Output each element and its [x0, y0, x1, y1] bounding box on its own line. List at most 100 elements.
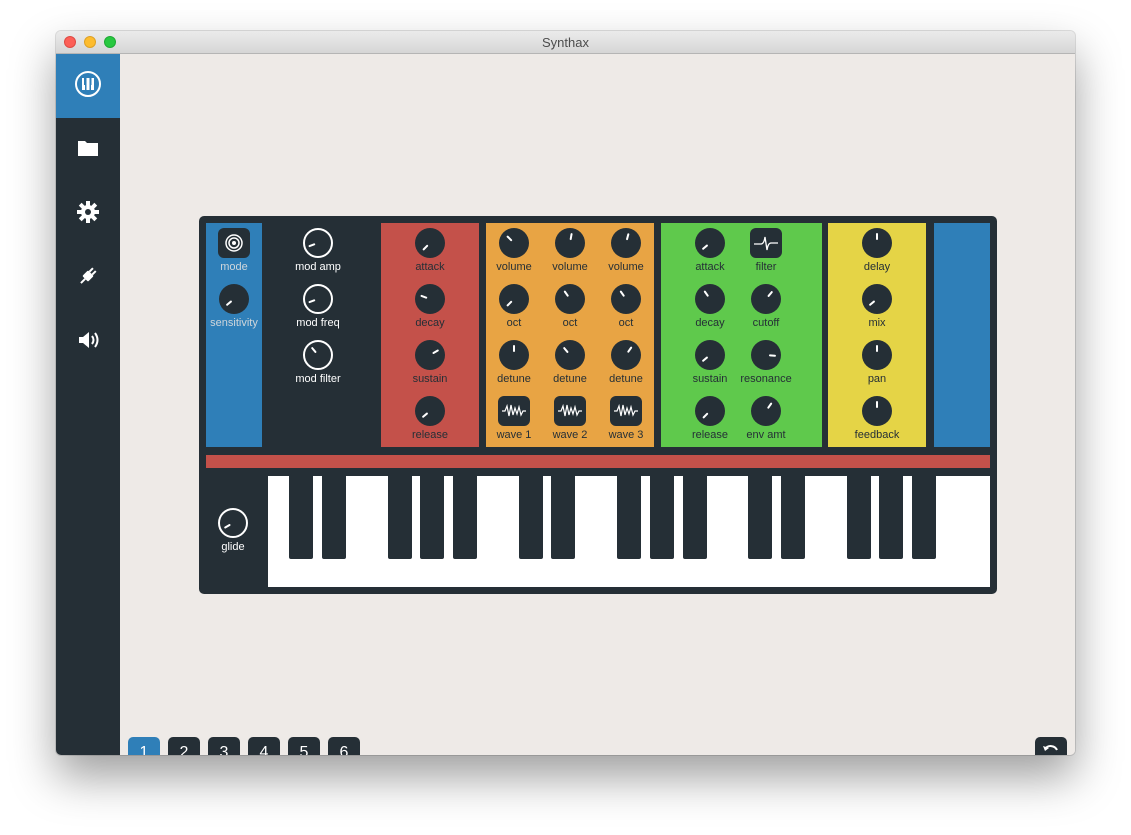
black-key[interactable]: [551, 476, 575, 559]
mod-amp-knob[interactable]: [303, 228, 333, 258]
filter-release-knob[interactable]: [695, 396, 725, 426]
filter-curve-icon: [754, 236, 778, 251]
filter-attack-knob[interactable]: [695, 228, 725, 258]
pitch-bar[interactable]: [206, 455, 990, 468]
sidebar-item-audio[interactable]: [56, 310, 120, 374]
mod-filter-knob[interactable]: [303, 340, 333, 370]
synth-panel: mode sensitivity mod amp mod freq mod fi…: [199, 216, 997, 594]
osc3-volume-control: volume: [594, 228, 658, 274]
osc1-volume-control: volume: [482, 228, 546, 274]
osc2-wave-button[interactable]: [554, 396, 586, 426]
target-icon: [225, 234, 243, 252]
filter-cutoff-control: cutoff: [734, 284, 798, 330]
piano-keyboard[interactable]: [268, 476, 990, 587]
osc3-detune-control: detune: [594, 340, 658, 386]
black-key[interactable]: [650, 476, 674, 559]
black-key[interactable]: [617, 476, 641, 559]
osc2-oct-control: oct: [538, 284, 602, 330]
black-key[interactable]: [912, 476, 936, 559]
glide-knob[interactable]: [218, 508, 248, 538]
filter-type-button[interactable]: [750, 228, 782, 258]
osc3-detune-knob[interactable]: [611, 340, 641, 370]
black-key[interactable]: [748, 476, 772, 559]
env-decay-knob[interactable]: [415, 284, 445, 314]
filter-resonance-label: resonance: [740, 373, 792, 385]
osc1-oct-control: oct: [482, 284, 546, 330]
black-key[interactable]: [879, 476, 903, 559]
sensitivity-control: sensitivity: [202, 284, 266, 330]
filter-resonance-control: resonance: [734, 340, 798, 386]
sidebar-item-plugins[interactable]: [56, 246, 120, 310]
black-key[interactable]: [322, 476, 346, 559]
filter-resonance-knob[interactable]: [751, 340, 781, 370]
feedback-label: feedback: [854, 429, 900, 441]
env-release-knob[interactable]: [415, 396, 445, 426]
osc1-volume-knob[interactable]: [499, 228, 529, 258]
osc3-wave-label: wave 3: [608, 429, 644, 441]
osc2-volume-knob[interactable]: [555, 228, 585, 258]
env-attack-control: attack: [398, 228, 462, 274]
delay-knob[interactable]: [862, 228, 892, 258]
filter-cutoff-knob[interactable]: [751, 284, 781, 314]
preset-button-3[interactable]: 3: [208, 737, 240, 755]
env-sustain-knob[interactable]: [415, 340, 445, 370]
sensitivity-knob[interactable]: [219, 284, 249, 314]
osc3-volume-knob[interactable]: [611, 228, 641, 258]
env-attack-knob[interactable]: [415, 228, 445, 258]
osc3-oct-knob[interactable]: [611, 284, 641, 314]
mode-label: mode: [220, 261, 248, 273]
filter-type-label: filter: [755, 261, 777, 273]
mod-freq-label: mod freq: [296, 317, 340, 329]
osc2-detune-knob[interactable]: [555, 340, 585, 370]
preset-button-6[interactable]: 6: [328, 737, 360, 755]
black-key[interactable]: [453, 476, 477, 559]
osc1-detune-knob[interactable]: [499, 340, 529, 370]
env-decay-control: decay: [398, 284, 462, 330]
black-key[interactable]: [420, 476, 444, 559]
black-key[interactable]: [781, 476, 805, 559]
osc3-wave-control: wave 3: [594, 396, 658, 442]
filter-env-amt-knob[interactable]: [751, 396, 781, 426]
preset-button-2[interactable]: 2: [168, 737, 200, 755]
osc2-oct-knob[interactable]: [555, 284, 585, 314]
window-title: Synthax: [542, 35, 589, 50]
black-key[interactable]: [847, 476, 871, 559]
osc3-detune-label: detune: [609, 373, 643, 385]
mix-label: mix: [868, 317, 886, 329]
osc1-wave-control: wave 1: [482, 396, 546, 442]
osc1-wave-button[interactable]: [498, 396, 530, 426]
black-key[interactable]: [519, 476, 543, 559]
osc3-oct-control: oct: [594, 284, 658, 330]
sidebar-item-files[interactable]: [56, 118, 120, 182]
filter-decay-control: decay: [678, 284, 742, 330]
pan-knob[interactable]: [862, 340, 892, 370]
pan-label: pan: [867, 373, 887, 385]
mix-knob[interactable]: [862, 284, 892, 314]
osc1-oct-knob[interactable]: [499, 284, 529, 314]
mix-control: mix: [845, 284, 909, 330]
sync-button[interactable]: [1035, 737, 1067, 755]
filter-env-amt-label: env amt: [746, 429, 786, 441]
mod-freq-knob[interactable]: [303, 284, 333, 314]
sidebar-item-synth[interactable]: [56, 54, 120, 118]
black-key[interactable]: [683, 476, 707, 559]
black-key[interactable]: [289, 476, 313, 559]
sidebar-item-settings[interactable]: [56, 182, 120, 246]
preset-button-5[interactable]: 5: [288, 737, 320, 755]
filter-sustain-knob[interactable]: [695, 340, 725, 370]
title-bar: Synthax: [56, 31, 1075, 54]
preset-button-1[interactable]: 1: [128, 737, 160, 755]
osc2-volume-label: volume: [552, 261, 588, 273]
filter-decay-knob[interactable]: [695, 284, 725, 314]
mode-control: mode: [202, 228, 266, 274]
feedback-control: feedback: [845, 396, 909, 442]
mod-amp-control: mod amp: [286, 228, 350, 274]
filter-cutoff-label: cutoff: [752, 317, 780, 329]
preset-button-4[interactable]: 4: [248, 737, 280, 755]
black-key[interactable]: [388, 476, 412, 559]
feedback-knob[interactable]: [862, 396, 892, 426]
osc3-wave-button[interactable]: [610, 396, 642, 426]
mod-filter-control: mod filter: [286, 340, 350, 386]
mode-button[interactable]: [218, 228, 250, 258]
gear-icon: [75, 199, 101, 230]
